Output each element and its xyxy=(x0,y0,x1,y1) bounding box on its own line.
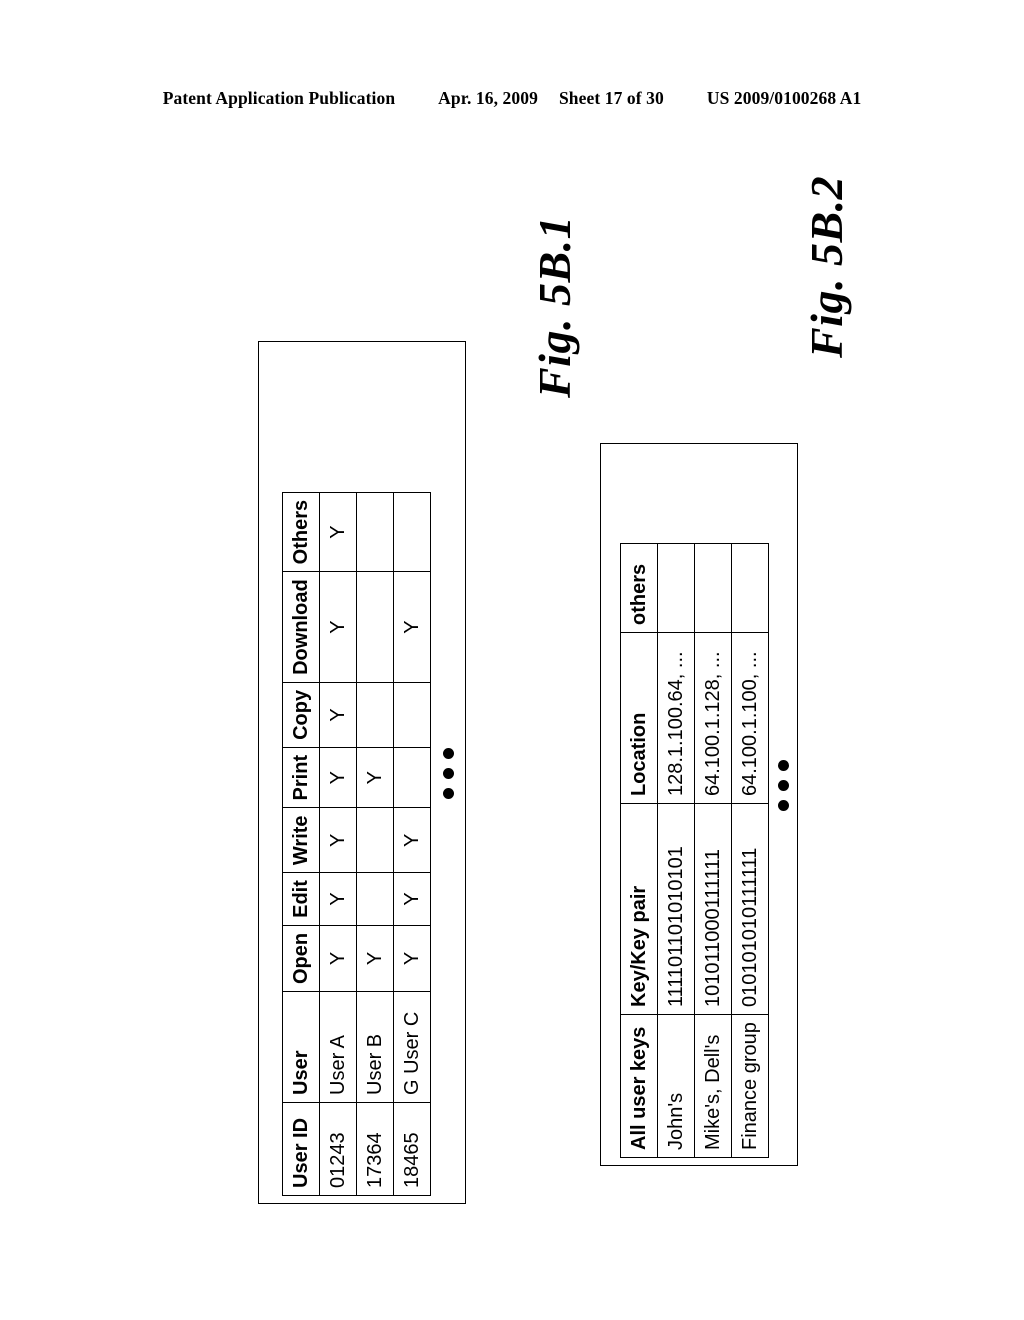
cell-print: Y xyxy=(356,747,394,808)
column-header-open: Open xyxy=(282,925,320,992)
cell-key-pair: 111101101010101 xyxy=(657,803,695,1015)
cell-others xyxy=(694,543,732,633)
header-sheet: Sheet 17 of 30 xyxy=(558,88,664,108)
column-header-location: Location xyxy=(620,632,658,804)
column-header-key-pair: Key/Key pair xyxy=(620,803,658,1015)
permissions-table-continuation-dots xyxy=(443,748,454,799)
cell-user-id: 17364 xyxy=(356,1102,394,1196)
table-header-row: All user keys Key/Key pair Location othe… xyxy=(620,543,658,1158)
header-date: Apr. 16, 2009 xyxy=(438,88,538,108)
cell-edit: Y xyxy=(393,872,431,926)
figure-caption-5b2: Fig. 5B.2 xyxy=(801,175,852,358)
cell-download: Y xyxy=(393,571,431,683)
cell-download: Y xyxy=(319,571,357,683)
figure-5b1-table-stage: User ID User Open Edit Write Print Copy … xyxy=(282,491,431,1196)
cell-edit xyxy=(356,872,394,926)
cell-others xyxy=(356,492,394,572)
cell-print xyxy=(393,747,431,808)
figure-caption-5b1: Fig. 5B.1 xyxy=(529,215,580,398)
table-row: 01243 User A Y Y Y Y Y Y Y xyxy=(319,492,357,1196)
cell-others xyxy=(731,543,769,633)
cell-key-pair: 101011000111111 xyxy=(694,803,732,1015)
figure-5b2-table-stage: All user keys Key/Key pair Location othe… xyxy=(620,543,769,1158)
table-row: 17364 User B Y Y xyxy=(356,492,394,1196)
cell-others xyxy=(393,492,431,572)
cell-write: Y xyxy=(319,807,357,873)
user-keys-table: All user keys Key/Key pair Location othe… xyxy=(620,543,769,1158)
cell-copy xyxy=(393,682,431,748)
dot-icon xyxy=(778,780,789,791)
table-header-row: User ID User Open Edit Write Print Copy … xyxy=(282,492,320,1196)
header-publication: Patent Application Publication xyxy=(162,88,396,108)
cell-copy xyxy=(356,682,394,748)
permissions-table: User ID User Open Edit Write Print Copy … xyxy=(282,491,431,1196)
column-header-print: Print xyxy=(282,747,320,808)
cell-user: User B xyxy=(356,991,394,1103)
cell-key-owner: John's xyxy=(657,1014,695,1158)
cell-edit: Y xyxy=(319,872,357,926)
cell-print: Y xyxy=(319,747,357,808)
cell-others: Y xyxy=(319,492,357,572)
cell-open: Y xyxy=(393,925,431,992)
cell-copy: Y xyxy=(319,682,357,748)
cell-write xyxy=(356,807,394,873)
cell-user-id: 01243 xyxy=(319,1102,357,1196)
column-header-write: Write xyxy=(282,807,320,873)
column-header-all-user-keys: All user keys xyxy=(620,1014,658,1158)
column-header-user: User xyxy=(282,991,320,1103)
table-row: Finance group 010101010111111 64.100.1.1… xyxy=(731,543,769,1158)
cell-user: G User C xyxy=(393,991,431,1103)
cell-location: 64.100.1.128, ... xyxy=(694,632,732,804)
cell-key-owner: Mike's, Dell's xyxy=(694,1014,732,1158)
cell-open: Y xyxy=(319,925,357,992)
cell-location: 64.100.1.100, ... xyxy=(731,632,769,804)
cell-download xyxy=(356,571,394,683)
header-patent-number: US 2009/0100268 A1 xyxy=(706,88,862,108)
table-row: Mike's, Dell's 101011000111111 64.100.1.… xyxy=(694,543,732,1158)
table-row: 18465 G User C Y Y Y Y xyxy=(393,492,431,1196)
cell-location: 128.1.100.64, ... xyxy=(657,632,695,804)
column-header-copy: Copy xyxy=(282,682,320,748)
cell-open: Y xyxy=(356,925,394,992)
cell-write: Y xyxy=(393,807,431,873)
column-header-edit: Edit xyxy=(282,872,320,926)
table-row: John's 111101101010101 128.1.100.64, ... xyxy=(657,543,695,1158)
cell-key-pair: 010101010111111 xyxy=(731,803,769,1015)
column-header-download: Download xyxy=(282,571,320,683)
cell-user: User A xyxy=(319,991,357,1103)
column-header-others: others xyxy=(620,543,658,633)
dot-icon xyxy=(778,760,789,771)
column-header-others: Others xyxy=(282,492,320,572)
cell-key-owner: Finance group xyxy=(731,1014,769,1158)
dot-icon xyxy=(443,788,454,799)
cell-others xyxy=(657,543,695,633)
keys-table-continuation-dots xyxy=(778,760,789,811)
dot-icon xyxy=(443,748,454,759)
dot-icon xyxy=(778,800,789,811)
dot-icon xyxy=(443,768,454,779)
cell-user-id: 18465 xyxy=(393,1102,431,1196)
page-header: Patent Application Publication Apr. 16, … xyxy=(0,88,1024,109)
column-header-user-id: User ID xyxy=(282,1102,320,1196)
